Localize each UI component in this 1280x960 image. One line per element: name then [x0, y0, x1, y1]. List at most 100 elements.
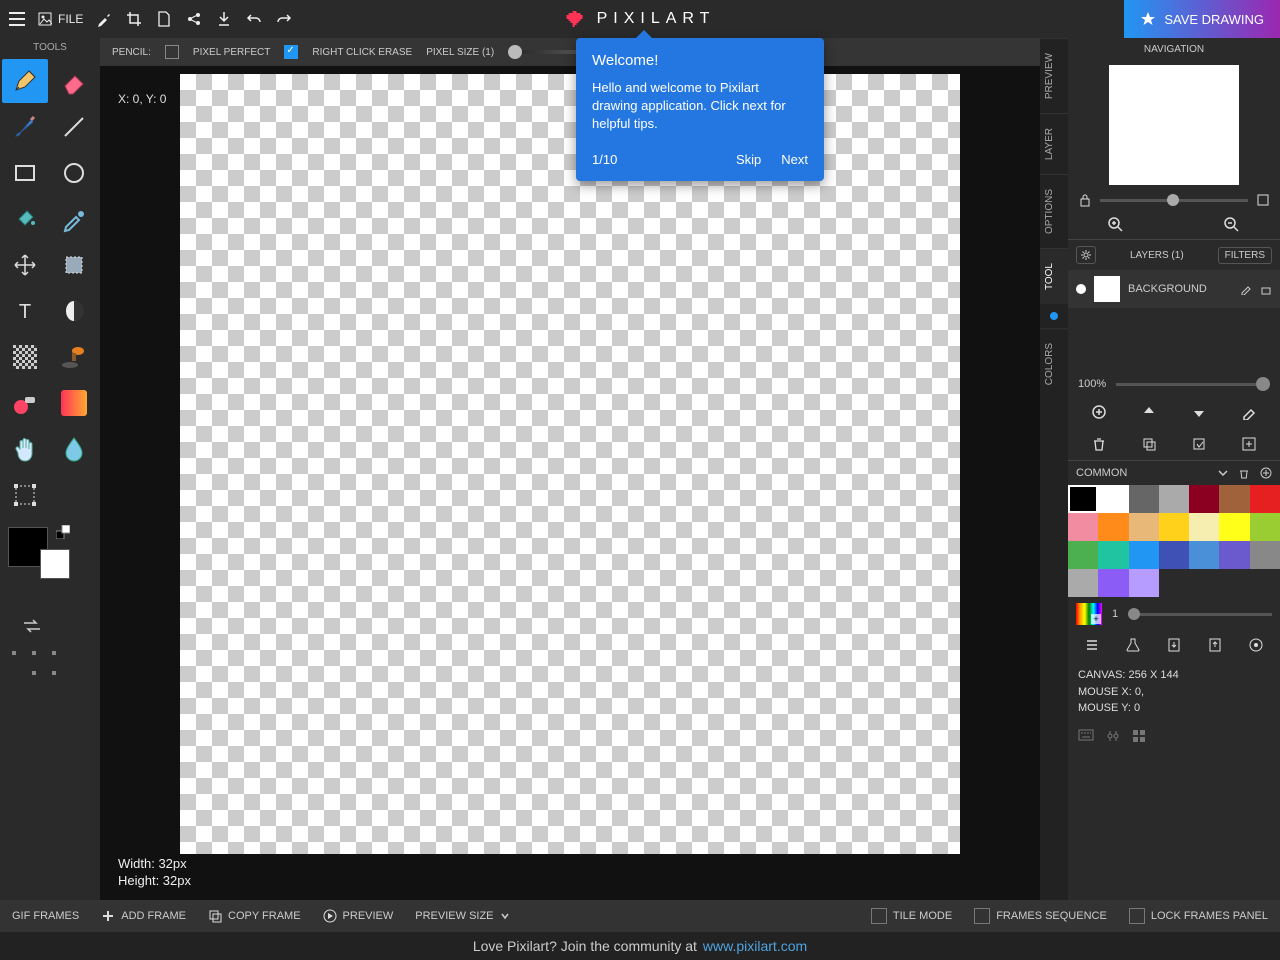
frames-sequence-toggle[interactable]: FRAMES SEQUENCE	[974, 908, 1107, 924]
palette-color[interactable]	[1068, 513, 1098, 541]
palette-color[interactable]	[1219, 513, 1249, 541]
grid-view-icon[interactable]	[1132, 729, 1146, 743]
select-tool[interactable]	[51, 243, 97, 287]
preview-button[interactable]: PREVIEW	[323, 909, 394, 923]
export-palette-icon[interactable]	[1207, 637, 1223, 653]
keyboard-icon[interactable]	[1078, 729, 1094, 741]
layers-settings-button[interactable]	[1076, 246, 1096, 264]
opacity-slider[interactable]	[1116, 383, 1270, 386]
nav-zoom-slider[interactable]	[1100, 199, 1248, 202]
welcome-skip-button[interactable]: Skip	[736, 152, 761, 167]
merge-down-icon[interactable]	[1191, 436, 1207, 452]
palette-add-icon[interactable]	[1260, 467, 1272, 479]
brush-tool[interactable]	[2, 105, 48, 149]
stamp-tool[interactable]	[51, 335, 97, 379]
add-layer-icon[interactable]	[1091, 404, 1107, 420]
bucket-tool[interactable]	[2, 197, 48, 241]
tab-layer[interactable]: LAYER	[1040, 113, 1068, 174]
swap-mini-icon[interactable]	[56, 525, 70, 539]
gradient-tool[interactable]	[51, 381, 97, 425]
blur-tool[interactable]	[51, 427, 97, 471]
eyedropper-top-icon[interactable]	[95, 10, 113, 28]
move-tool[interactable]	[2, 243, 48, 287]
spray-tool[interactable]	[2, 381, 48, 425]
palette-delete-icon[interactable]	[1238, 467, 1250, 479]
pixel-perfect-checkbox[interactable]	[165, 45, 179, 59]
palette-color[interactable]	[1189, 541, 1219, 569]
layer-lock-icon[interactable]	[1260, 283, 1272, 295]
palette-color[interactable]	[1159, 485, 1189, 513]
palette-color[interactable]	[1250, 485, 1280, 513]
palette-color[interactable]	[1250, 541, 1280, 569]
line-tool[interactable]	[51, 105, 97, 149]
eyedropper-tool[interactable]	[51, 197, 97, 241]
menu-icon[interactable]	[8, 10, 26, 28]
transform-tool[interactable]	[2, 473, 48, 517]
import-palette-icon[interactable]	[1166, 637, 1182, 653]
palette-color[interactable]	[1068, 569, 1098, 597]
palette-color[interactable]	[1098, 513, 1128, 541]
flask-icon[interactable]	[1125, 637, 1141, 653]
palette-dropdown-icon[interactable]	[1218, 468, 1228, 478]
layer-down-icon[interactable]	[1191, 404, 1207, 420]
hand-tool[interactable]	[2, 427, 48, 471]
palette-color[interactable]	[1129, 513, 1159, 541]
layer-edit-icon[interactable]	[1240, 283, 1252, 295]
palette-color[interactable]	[1129, 569, 1159, 597]
new-document-icon[interactable]	[155, 10, 173, 28]
palette-color[interactable]	[1068, 485, 1098, 513]
palette-color[interactable]	[1219, 485, 1249, 513]
delete-layer-icon[interactable]	[1091, 436, 1107, 452]
eraser-tool[interactable]	[51, 59, 97, 103]
dither-tool[interactable]	[2, 335, 48, 379]
settings-icon[interactable]	[1106, 729, 1120, 743]
lock-frames-toggle[interactable]: LOCK FRAMES PANEL	[1129, 908, 1268, 924]
layer-edit2-icon[interactable]	[1241, 404, 1257, 420]
navigation-preview[interactable]	[1109, 65, 1239, 185]
palette-color[interactable]	[1098, 569, 1128, 597]
palette-color[interactable]	[1159, 541, 1189, 569]
duplicate-layer-icon[interactable]	[1141, 436, 1157, 452]
lock-icon[interactable]	[1078, 193, 1092, 207]
palette-color[interactable]	[1098, 485, 1128, 513]
palette-color[interactable]	[1068, 541, 1098, 569]
rectangle-tool[interactable]	[2, 151, 48, 195]
welcome-next-button[interactable]: Next	[781, 152, 808, 167]
canvas[interactable]	[180, 74, 960, 854]
copy-frame-button[interactable]: COPY FRAME	[208, 909, 301, 923]
tab-preview[interactable]: PREVIEW	[1040, 38, 1068, 113]
undo-icon[interactable]	[245, 10, 263, 28]
layer-visibility-icon[interactable]	[1076, 284, 1086, 294]
tab-colors[interactable]: COLORS	[1040, 328, 1068, 399]
preview-size-dropdown[interactable]: PREVIEW SIZE	[415, 910, 509, 922]
footer-link[interactable]: www.pixilart.com	[703, 938, 807, 954]
filters-button[interactable]: FILTERS	[1218, 247, 1272, 264]
palette-color[interactable]	[1189, 485, 1219, 513]
text-tool[interactable]: T	[2, 289, 48, 333]
palette-color[interactable]	[1159, 513, 1189, 541]
share-icon[interactable]	[185, 10, 203, 28]
save-drawing-button[interactable]: SAVE DRAWING	[1124, 0, 1280, 38]
size-presets[interactable]	[0, 641, 100, 685]
palette-color[interactable]	[1129, 541, 1159, 569]
file-menu[interactable]: FILE	[38, 12, 83, 26]
layer-row[interactable]: BACKGROUND	[1068, 270, 1280, 308]
tab-options[interactable]: OPTIONS	[1040, 174, 1068, 248]
tile-mode-toggle[interactable]: TILE MODE	[871, 908, 952, 924]
crop-icon[interactable]	[125, 10, 143, 28]
swap-colors-icon[interactable]	[22, 619, 42, 633]
palette-color[interactable]	[1250, 513, 1280, 541]
right-click-erase-checkbox[interactable]	[284, 45, 298, 59]
layer-up-icon[interactable]	[1141, 404, 1157, 420]
lighten-tool[interactable]	[51, 289, 97, 333]
zoom-in-icon[interactable]	[1108, 217, 1124, 233]
palette-color[interactable]	[1189, 513, 1219, 541]
flatten-icon[interactable]	[1241, 436, 1257, 452]
pencil-tool[interactable]	[2, 59, 48, 103]
add-color-button[interactable]: +	[1076, 603, 1102, 625]
zoom-out-icon[interactable]	[1224, 217, 1240, 233]
redo-icon[interactable]	[275, 10, 293, 28]
color-slider[interactable]	[1128, 613, 1272, 616]
list-icon[interactable]	[1084, 637, 1100, 653]
palette-color[interactable]	[1098, 541, 1128, 569]
